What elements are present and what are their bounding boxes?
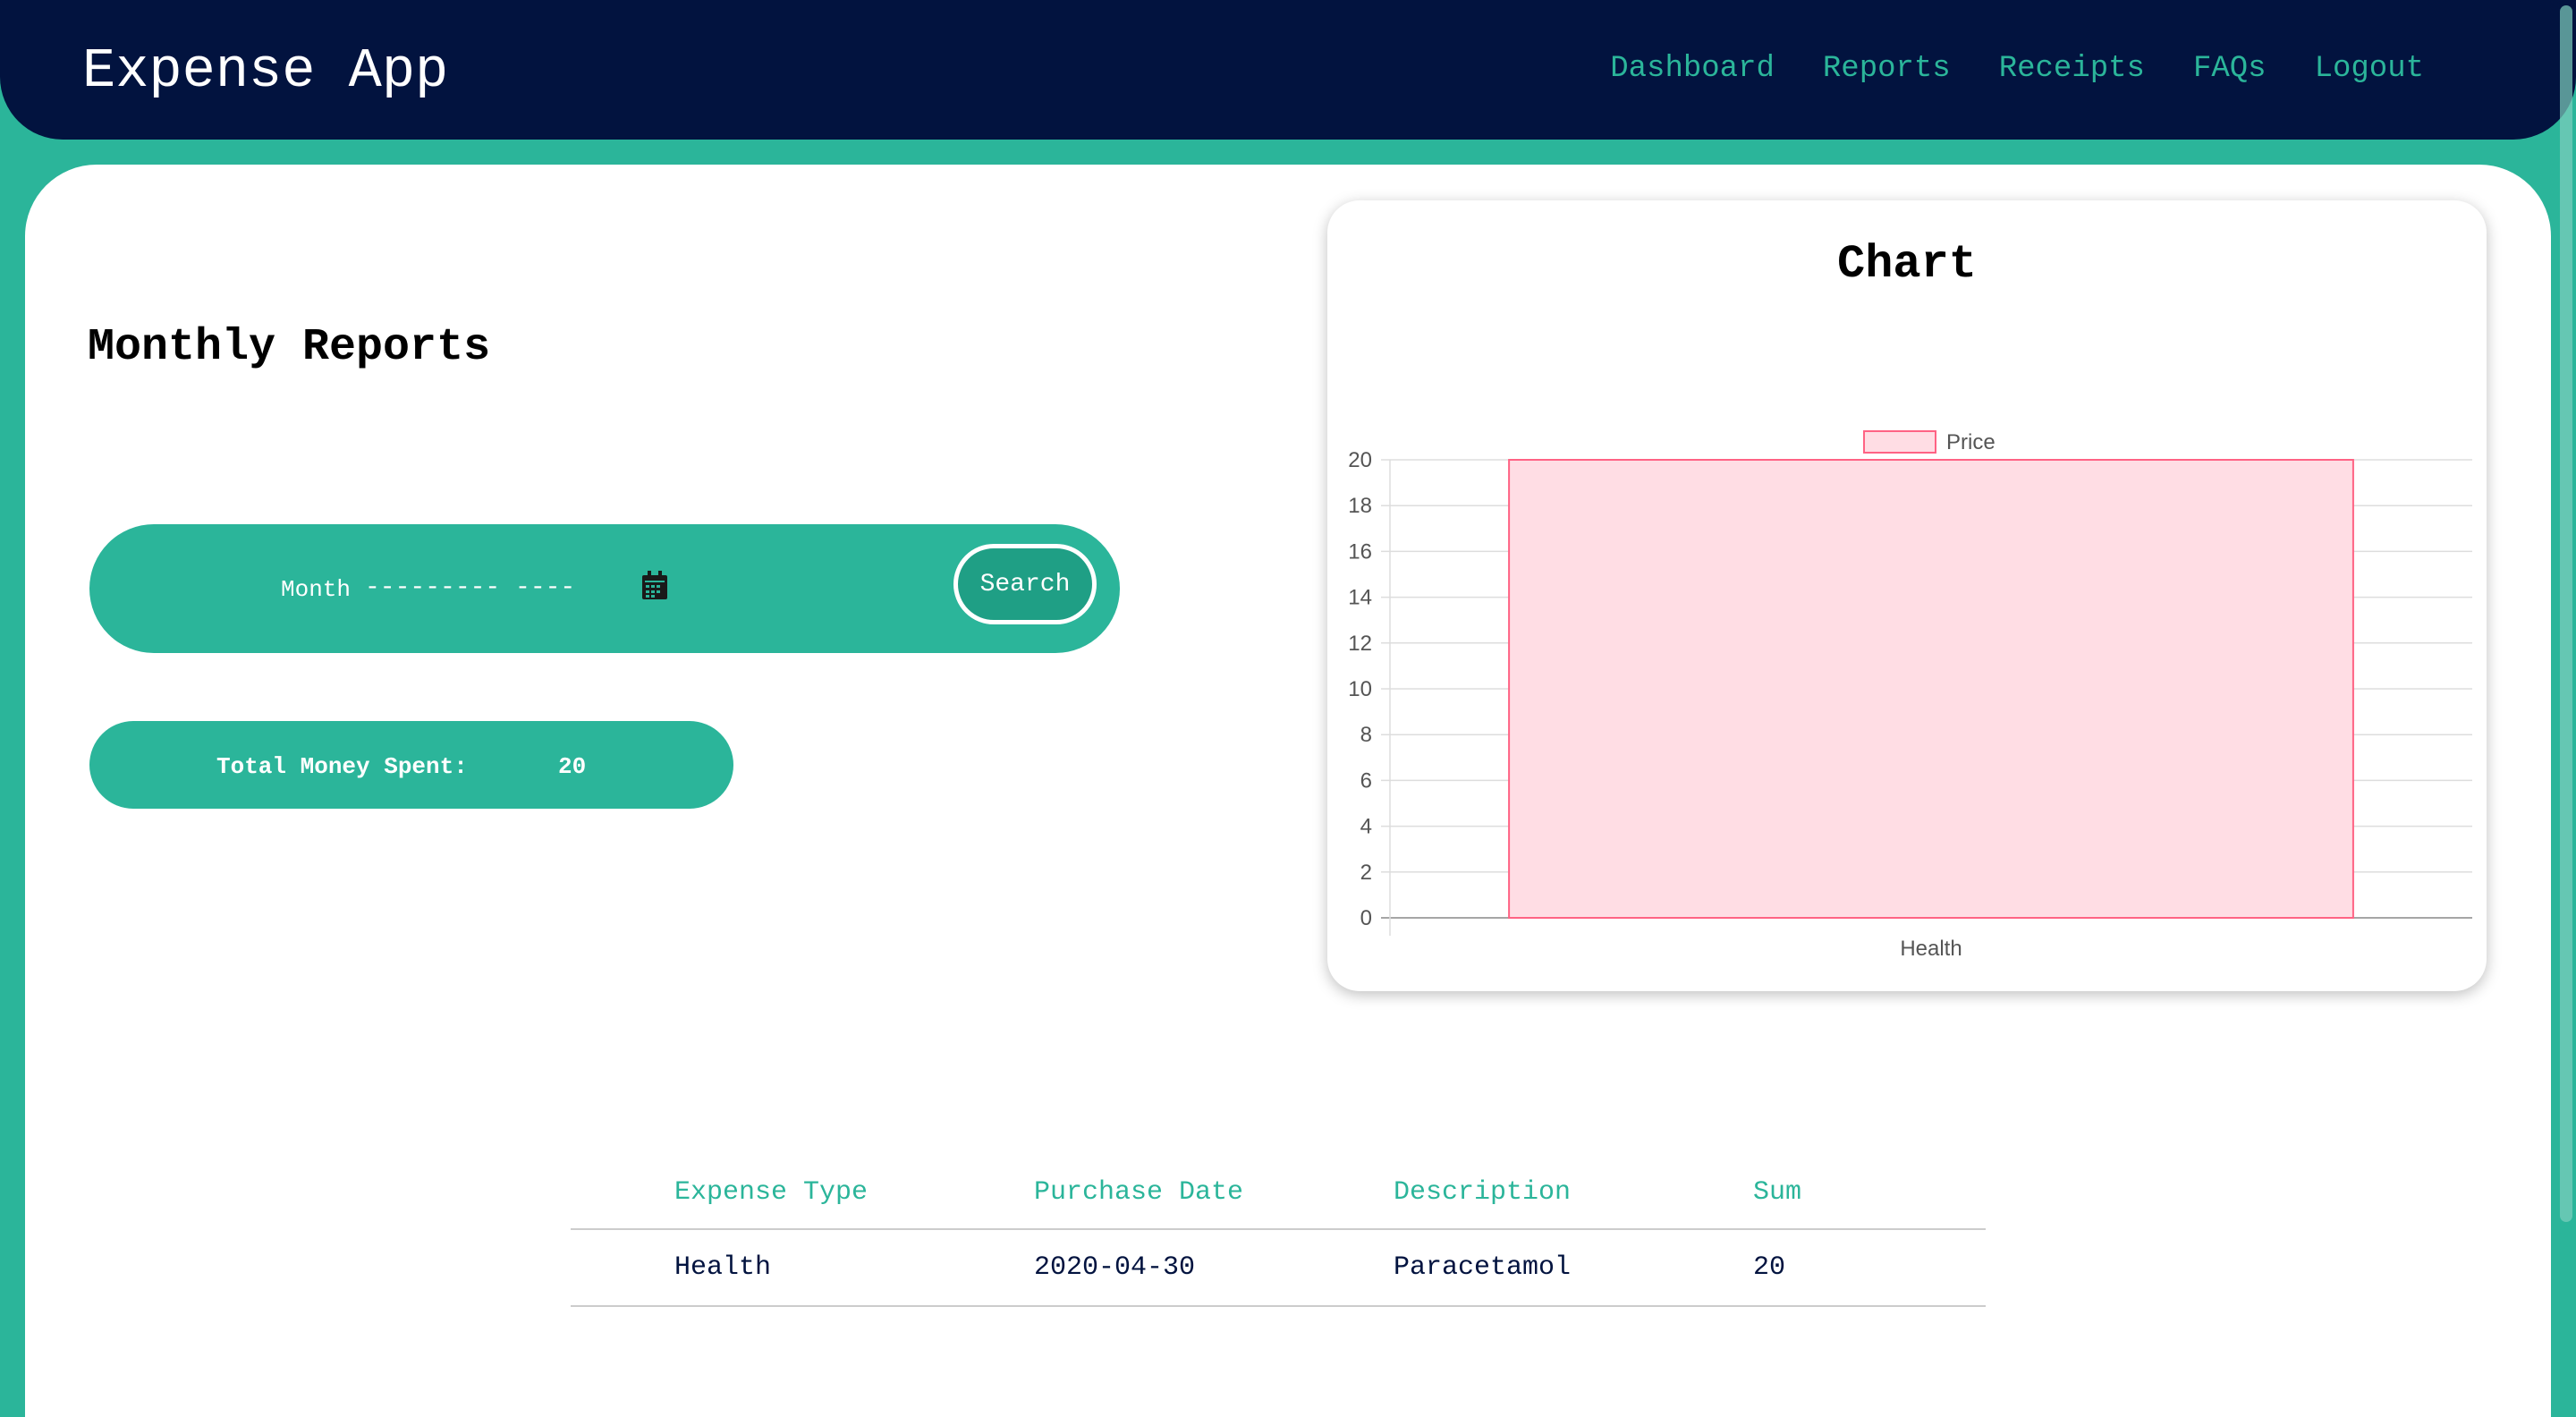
nav-receipts[interactable]: Receipts — [1999, 52, 2145, 86]
scrollbar[interactable] — [2555, 0, 2576, 1372]
total-value: 20 — [558, 753, 587, 780]
nav-reports[interactable]: Reports — [1823, 52, 1951, 86]
cell-sum: 20 — [1753, 1229, 1986, 1307]
y-tick-label: 18 — [1348, 494, 1372, 518]
bar-chart: 0 2 4 6 8 10 12 14 16 18 20 Health Price — [1348, 430, 2472, 961]
app-title[interactable]: Expense App — [82, 39, 448, 103]
total-label: Total Money Spent: — [216, 753, 468, 780]
month-search-form: Month --------- ---- Search — [89, 524, 1120, 653]
table-header-row: Expense Type Purchase Date Description S… — [571, 1170, 1986, 1230]
legend-label: Price — [1946, 430, 1996, 454]
x-tick-label: Health — [1900, 937, 1962, 961]
main-content: Monthly Reports Month --------- ---- Sea… — [25, 165, 2551, 1417]
header-expense-type: Expense Type — [571, 1170, 1034, 1230]
chart-card: Chart 0 2 4 6 8 10 12 14 16 18 20 Health Price — [1327, 200, 2487, 991]
y-tick-label: 0 — [1360, 906, 1372, 930]
header-description: Description — [1394, 1170, 1753, 1230]
y-tick-label: 14 — [1348, 586, 1372, 610]
calendar-icon[interactable] — [640, 571, 669, 601]
bar-health — [1508, 459, 2354, 919]
y-tick-label: 6 — [1360, 768, 1372, 793]
cell-description: Paracetamol — [1394, 1229, 1753, 1307]
y-tick-label: 8 — [1360, 723, 1372, 747]
y-tick-label: 10 — [1348, 677, 1372, 701]
scrollbar-thumb[interactable] — [2560, 5, 2572, 1222]
y-tick-label: 20 — [1348, 448, 1372, 472]
y-tick-label: 12 — [1348, 632, 1372, 656]
header-purchase-date: Purchase Date — [1034, 1170, 1394, 1230]
y-tick-label: 2 — [1360, 861, 1372, 885]
table-row: Health 2020-04-30 Paracetamol 20 — [571, 1229, 1986, 1307]
page-title: Monthly Reports — [88, 322, 491, 373]
expense-table-container: Expense Type Purchase Date Description S… — [571, 1170, 1986, 1307]
month-input[interactable]: --------- ---- — [365, 574, 580, 602]
top-navbar: Expense App Dashboard Reports Receipts F… — [0, 0, 2576, 140]
y-tick-label: 16 — [1348, 539, 1372, 564]
search-button[interactable]: Search — [953, 544, 1097, 624]
nav-faqs[interactable]: FAQs — [2193, 52, 2267, 86]
cell-purchase-date: 2020-04-30 — [1034, 1229, 1394, 1307]
nav-logout[interactable]: Logout — [2315, 52, 2424, 86]
nav-dashboard[interactable]: Dashboard — [1610, 52, 1775, 86]
total-spent-badge: Total Money Spent: 20 — [89, 721, 733, 809]
header-sum: Sum — [1753, 1170, 1986, 1230]
legend-swatch — [1863, 430, 1936, 454]
nav-links: Dashboard Reports Receipts FAQs Logout — [1562, 52, 2424, 86]
y-tick-label: 4 — [1360, 815, 1372, 839]
cell-expense-type: Health — [571, 1229, 1034, 1307]
expense-table: Expense Type Purchase Date Description S… — [571, 1170, 1986, 1307]
month-label: Month — [281, 576, 352, 603]
